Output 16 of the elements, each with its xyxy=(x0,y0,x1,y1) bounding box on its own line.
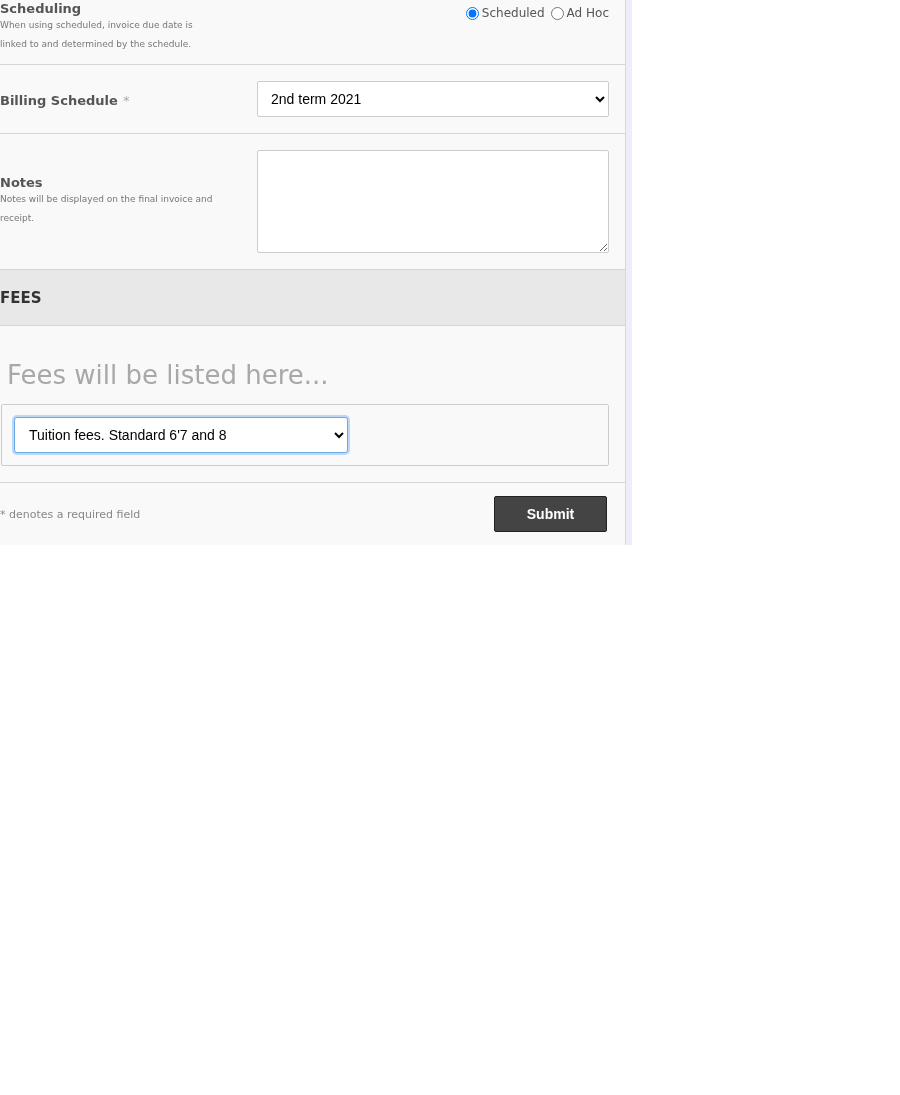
help-text: When using scheduled, invoice due date is linked to and determined by the schedule. xyxy=(0,19,194,51)
help-text: Notes will be displayed on the final invoice and receipt. xyxy=(0,193,214,225)
radio-button[interactable] xyxy=(550,6,564,20)
radio-button[interactable] xyxy=(465,6,479,20)
placeholder-text: Fees will be listed here... xyxy=(6,360,330,390)
field-label: Notes xyxy=(0,175,44,190)
fee-select[interactable]: Tuition fees. Standard 6'7 and 8 xyxy=(14,417,348,453)
section-title: FEES xyxy=(0,288,42,307)
submit-button[interactable]: Submit xyxy=(494,496,607,532)
field-label: Scheduling xyxy=(0,2,83,16)
schedule-select[interactable]: 2nd term 2021 xyxy=(257,81,609,117)
radio-option[interactable]: Ad Hoc xyxy=(550,6,609,20)
required-note: * denotes a required field xyxy=(0,507,141,521)
radio-option[interactable]: Scheduled xyxy=(465,6,545,20)
required-mark: * xyxy=(122,92,130,108)
field-label: Billing Schedule xyxy=(0,92,118,108)
